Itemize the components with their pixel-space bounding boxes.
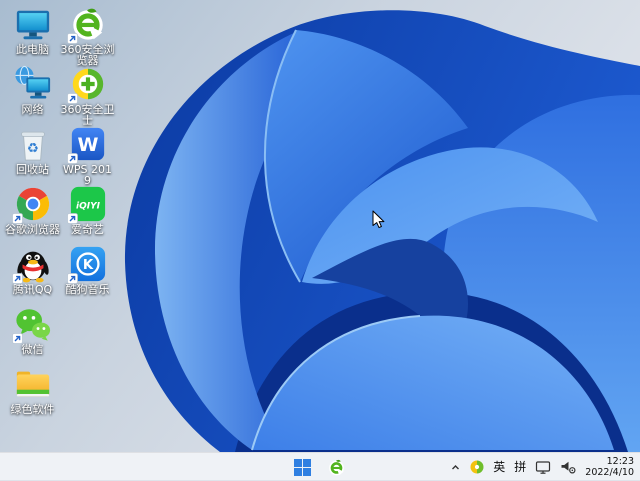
taskbar: 英 拼 12:23 2022/4/10 bbox=[0, 452, 640, 480]
clock-date: 2022/4/10 bbox=[585, 467, 634, 478]
desktop-icon-art bbox=[11, 305, 52, 344]
desktop-icon-art bbox=[14, 365, 52, 403]
taskbar-clock[interactable]: 12:23 2022/4/10 bbox=[585, 456, 634, 478]
desktop-icon-art bbox=[14, 125, 52, 163]
desktop-icon-iqiyi[interactable]: 爱奇艺 bbox=[60, 185, 115, 245]
desktop-icon-label: 酷狗音乐 bbox=[65, 283, 110, 296]
desktop-icon-art bbox=[66, 245, 107, 284]
tray-360-safety-icon[interactable] bbox=[470, 460, 484, 474]
windows-logo-icon bbox=[294, 458, 311, 476]
desktop-icon-safety-360[interactable]: 360安全卫士 bbox=[60, 65, 115, 127]
desktop-icon-art bbox=[14, 5, 52, 43]
desktop-icon-art bbox=[11, 245, 52, 284]
desktop-icon-label: WPS 2019 bbox=[63, 163, 112, 187]
desktop-icon-art bbox=[66, 185, 107, 224]
desktop-icon-label: 微信 bbox=[21, 343, 44, 356]
desktop-icon-label: 绿色软件 bbox=[10, 403, 55, 416]
desktop-icon-art bbox=[66, 5, 107, 44]
desktop-icon-label: 回收站 bbox=[16, 163, 49, 176]
taskbar-center-group bbox=[292, 453, 348, 481]
taskbar-item-360-browser[interactable] bbox=[325, 456, 348, 479]
shortcut-arrow-badge bbox=[11, 333, 23, 344]
desktop-icon-label: 此电脑 bbox=[16, 43, 49, 56]
shortcut-arrow-badge bbox=[11, 213, 23, 224]
360-browser-icon bbox=[327, 458, 346, 477]
shortcut-arrow-badge bbox=[66, 153, 78, 164]
desktop-icon-label: 网络 bbox=[21, 103, 44, 116]
display-tray-icon[interactable] bbox=[535, 459, 551, 475]
tray-expand-chevron-icon[interactable] bbox=[450, 462, 461, 473]
desktop-icon-wechat[interactable]: 微信 bbox=[5, 305, 60, 365]
desktop-icon-art bbox=[14, 65, 52, 103]
desktop-icon-wps[interactable]: WPS 2019 bbox=[60, 125, 115, 187]
shortcut-arrow-badge bbox=[66, 33, 78, 44]
desktop-icons: 此电脑 360安全浏览器 网络 360安全卫士 回收站 WPS 2019 谷歌浏… bbox=[5, 5, 115, 425]
desktop-icon-label: 360安全浏览器 bbox=[60, 43, 115, 67]
desktop: 此电脑 360安全浏览器 网络 360安全卫士 回收站 WPS 2019 谷歌浏… bbox=[0, 0, 640, 480]
volume-settings-tray-icon[interactable] bbox=[560, 459, 576, 475]
shortcut-arrow-badge bbox=[66, 273, 78, 284]
desktop-icon-art bbox=[66, 65, 107, 104]
start-button[interactable] bbox=[292, 457, 313, 478]
desktop-icon-chrome[interactable]: 谷歌浏览器 bbox=[5, 185, 60, 245]
shortcut-arrow-badge bbox=[11, 273, 23, 284]
ime-layout-indicator[interactable]: 拼 bbox=[514, 461, 526, 473]
desktop-icon-network[interactable]: 网络 bbox=[5, 65, 60, 125]
desktop-icon-label: 谷歌浏览器 bbox=[5, 223, 60, 236]
desktop-icon-this-pc[interactable]: 此电脑 bbox=[5, 5, 60, 65]
desktop-icon-label: 腾讯QQ bbox=[12, 283, 53, 296]
desktop-icon-kugou[interactable]: 酷狗音乐 bbox=[60, 245, 115, 305]
desktop-icon-art bbox=[66, 125, 107, 164]
desktop-icon-software-folder[interactable]: 绿色软件 bbox=[5, 365, 60, 425]
clock-time: 12:23 bbox=[606, 456, 634, 467]
system-tray: 英 拼 12:23 2022/4/10 bbox=[450, 453, 634, 481]
desktop-icon-recycle-bin[interactable]: 回收站 bbox=[5, 125, 60, 185]
desktop-icon-label: 360安全卫士 bbox=[60, 103, 115, 127]
desktop-icon-label: 爱奇艺 bbox=[71, 223, 104, 236]
ime-language-indicator[interactable]: 英 bbox=[493, 461, 505, 473]
desktop-icon-art bbox=[11, 185, 52, 224]
desktop-icon-browser-360[interactable]: 360安全浏览器 bbox=[60, 5, 115, 67]
desktop-icon-qq[interactable]: 腾讯QQ bbox=[5, 245, 60, 305]
shortcut-arrow-badge bbox=[66, 213, 78, 224]
shortcut-arrow-badge bbox=[66, 93, 78, 104]
